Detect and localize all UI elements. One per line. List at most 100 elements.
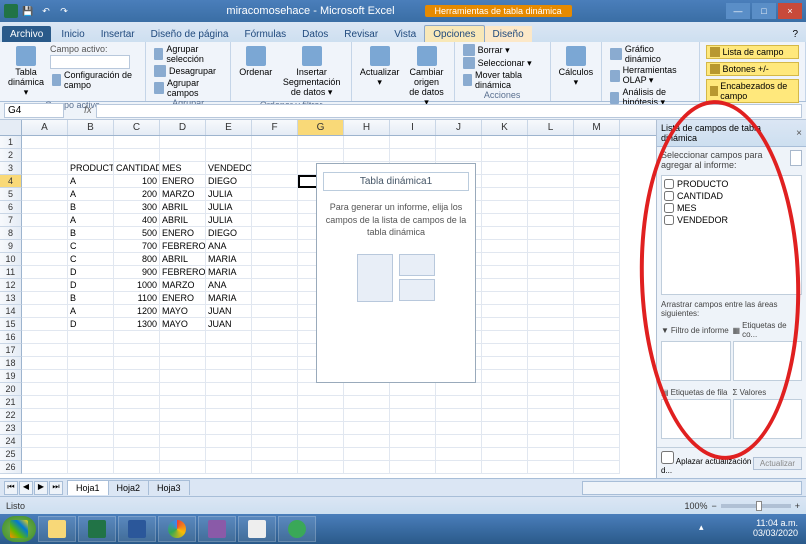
cell[interactable] [22,305,68,318]
sheet-tab-hoja2[interactable]: Hoja2 [108,480,150,495]
taskbar-chrome[interactable] [158,516,196,542]
cell[interactable] [390,409,436,422]
row-header[interactable]: 2 [0,149,22,162]
cell[interactable] [206,422,252,435]
cell[interactable]: 400 [114,214,160,227]
fx-label[interactable]: fx [84,105,92,116]
cell[interactable]: C [68,253,114,266]
cell[interactable] [22,409,68,422]
cell[interactable] [482,409,528,422]
field-item[interactable]: CANTIDAD [664,190,799,202]
cell[interactable]: JUAN [206,305,252,318]
cell[interactable] [68,149,114,162]
cell[interactable] [574,331,620,344]
cell[interactable] [574,422,620,435]
cell[interactable] [528,435,574,448]
cell[interactable] [528,149,574,162]
cell[interactable] [482,136,528,149]
sheet-nav-prev[interactable]: ◀ [19,481,33,495]
sheet-nav-first[interactable]: ⏮ [4,481,18,495]
cell[interactable] [436,149,482,162]
cell[interactable]: ABRIL [160,214,206,227]
cell[interactable] [22,435,68,448]
cell[interactable] [528,461,574,474]
encabezados-toggle[interactable]: Encabezados de campo [706,79,799,103]
cell[interactable] [528,331,574,344]
cell[interactable] [528,370,574,383]
taskbar-explorer[interactable] [38,516,76,542]
lista-campo-toggle[interactable]: Lista de campo [706,45,799,59]
cell[interactable] [436,409,482,422]
cell[interactable] [574,253,620,266]
cambiar-origen-button[interactable]: Cambiar origen de datos ▾ [405,44,447,110]
cell[interactable] [482,357,528,370]
cell[interactable] [252,318,298,331]
cell[interactable] [528,383,574,396]
cell[interactable] [528,227,574,240]
cell[interactable]: FEBRERO [160,240,206,253]
horizontal-scrollbar[interactable] [582,481,802,495]
cell[interactable] [206,136,252,149]
cell[interactable] [436,435,482,448]
cell[interactable] [436,448,482,461]
defer-update-checkbox[interactable]: Aplazar actualización d... [661,451,753,475]
taskbar-app[interactable] [198,516,236,542]
row-header[interactable]: 16 [0,331,22,344]
field-checkbox[interactable] [664,215,674,225]
cell[interactable] [252,188,298,201]
cell[interactable] [574,409,620,422]
tab-inicio[interactable]: Inicio [53,26,92,42]
cell[interactable] [252,383,298,396]
cell[interactable]: MARIA [206,253,252,266]
insertar-segmentacion-button[interactable]: Insertar Segmentación de datos ▾ [278,44,345,100]
cell[interactable] [574,383,620,396]
cell[interactable]: 1100 [114,292,160,305]
row-header[interactable]: 22 [0,409,22,422]
cell[interactable] [114,136,160,149]
cell[interactable] [528,357,574,370]
cell[interactable] [482,188,528,201]
cell[interactable] [68,461,114,474]
sheet-nav-last[interactable]: ⏭ [49,481,63,495]
cell[interactable] [574,279,620,292]
cell[interactable]: 1300 [114,318,160,331]
cell[interactable] [160,448,206,461]
row-header[interactable]: 20 [0,383,22,396]
area-filter-drop[interactable] [661,341,731,381]
row-header[interactable]: 14 [0,305,22,318]
cell[interactable] [574,435,620,448]
col-header[interactable]: A [22,120,68,135]
cell[interactable] [68,396,114,409]
cell[interactable] [344,136,390,149]
cell[interactable] [160,396,206,409]
cell[interactable]: ENERO [160,175,206,188]
cell[interactable] [482,396,528,409]
cell[interactable] [528,253,574,266]
start-button[interactable] [2,516,36,542]
cell[interactable] [114,461,160,474]
cell[interactable]: JUAN [206,318,252,331]
cell[interactable]: 800 [114,253,160,266]
cell[interactable] [252,136,298,149]
tray-network-icon[interactable] [717,522,731,536]
cell[interactable] [160,370,206,383]
cell[interactable]: 900 [114,266,160,279]
cell[interactable] [528,396,574,409]
row-header[interactable]: 6 [0,201,22,214]
ordenar-button[interactable]: Ordenar [237,44,274,79]
cell[interactable] [22,331,68,344]
actualizar-button[interactable]: Actualizar ▾ [358,44,402,90]
cell[interactable]: MES [160,162,206,175]
cell[interactable] [436,136,482,149]
cell[interactable] [482,149,528,162]
row-header[interactable]: 4 [0,175,22,188]
cell[interactable]: 200 [114,188,160,201]
field-item[interactable]: PRODUCTO [664,178,799,190]
cell[interactable] [114,370,160,383]
zoom-slider[interactable] [721,504,791,508]
cell[interactable] [252,396,298,409]
cell[interactable] [160,422,206,435]
cell[interactable] [22,344,68,357]
cell[interactable] [436,461,482,474]
cell[interactable] [482,331,528,344]
